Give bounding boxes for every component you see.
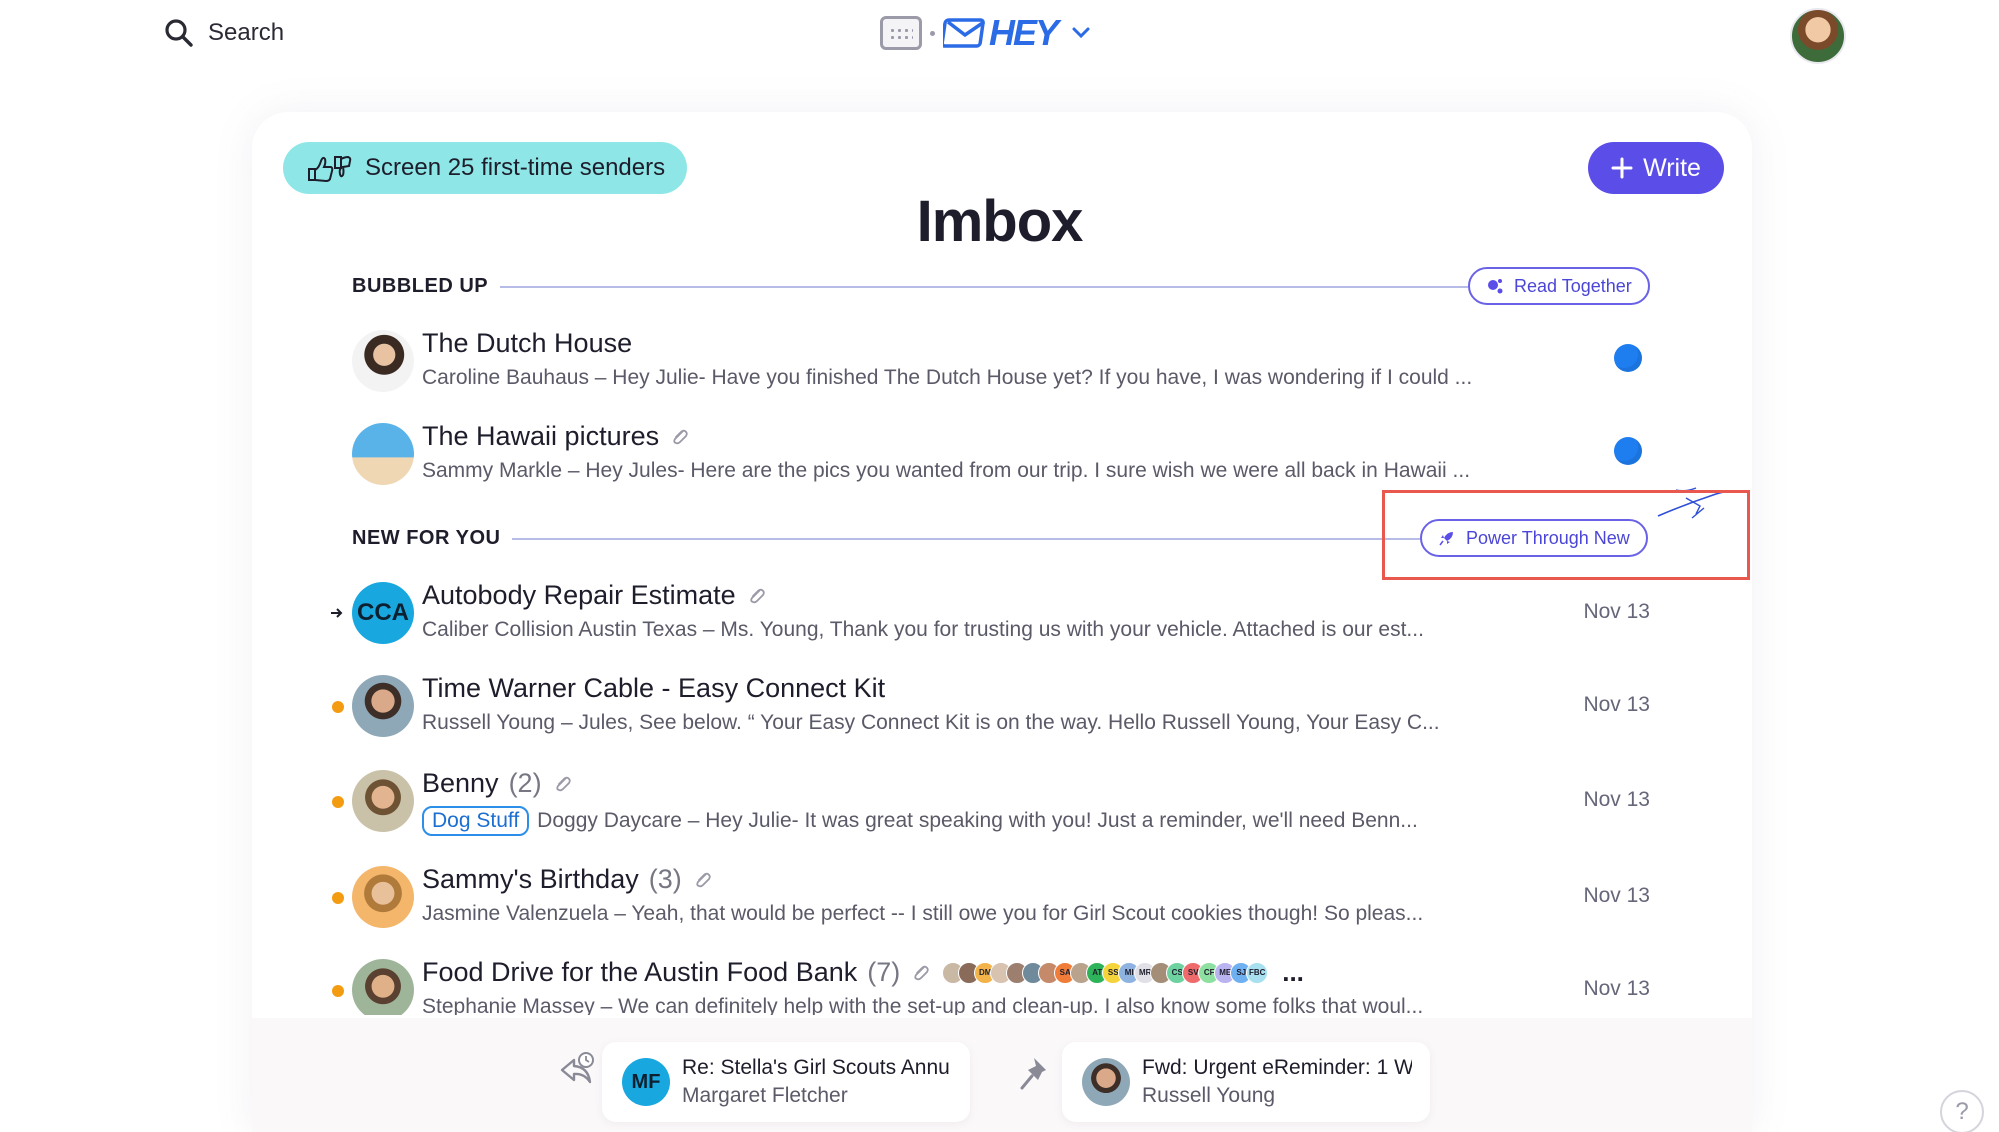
list-item[interactable]: Sammy's Birthday (3) Jasmine Valenzuela … [330, 858, 1650, 938]
search-button[interactable]: Search [164, 18, 284, 48]
thread-count: (2) [508, 768, 542, 798]
email-subject: Sammy's Birthday [422, 864, 639, 894]
email-preview: Caliber Collision Austin Texas – Ms. You… [422, 618, 1424, 641]
email-preview: Sammy Markle – Hey Jules- Here are the p… [422, 459, 1471, 482]
search-label: Search [208, 19, 285, 46]
paperclip-icon [669, 426, 691, 448]
email-subject: The Hawaii pictures [422, 421, 660, 451]
reply-later-card[interactable]: MF Re: Stella's Girl Scouts Annu Margare… [602, 1042, 970, 1122]
new-dot [332, 985, 344, 997]
section-heading-bubbled-up: BUBBLED UP [352, 275, 489, 297]
email-date: Nov 13 [1583, 788, 1650, 811]
read-together-button[interactable]: Read Together [1468, 267, 1650, 305]
paperclip-icon [746, 585, 768, 607]
paperclip-icon [910, 962, 932, 984]
email-date: Nov 13 [1583, 977, 1650, 1000]
set-aside-card[interactable]: Fwd: Urgent eReminder: 1 W Russell Young [1062, 1042, 1430, 1122]
list-item-bubbled[interactable]: The Dutch House Caroline Bauhaus – Hey J… [330, 322, 1650, 402]
bubble-indicator [1614, 437, 1642, 465]
envelope-icon [943, 18, 985, 48]
participant-avatar: FBC [1246, 961, 1269, 984]
section-heading-new-for-you: NEW FOR YOU [352, 527, 501, 549]
sparkle-icon [1488, 279, 1503, 294]
list-item-bubbled[interactable]: The Hawaii pictures Sammy Markle – Hey J… [330, 415, 1650, 495]
calendar-icon[interactable] [880, 16, 922, 50]
app-switcher[interactable]: HEY [880, 12, 1091, 54]
email-date: Nov 13 [1583, 600, 1650, 623]
email-subject: The Dutch House [422, 328, 633, 358]
pin-icon[interactable] [1016, 1054, 1056, 1094]
paperclip-icon [552, 773, 574, 795]
reply-later-subject: Re: Stella's Girl Scouts Annu [682, 1056, 950, 1079]
paperclip-icon [692, 869, 714, 891]
highlight-annotation [1382, 490, 1750, 580]
list-item[interactable]: Time Warner Cable - Easy Connect Kit Rus… [330, 667, 1650, 747]
email-preview: Jasmine Valenzuela – Yeah, that would be… [422, 902, 1424, 925]
plus-icon [1611, 157, 1633, 179]
avatar-initials: MF [631, 1070, 661, 1093]
reply-later-sender: Margaret Fletcher [682, 1084, 848, 1107]
screen-senders-label: Screen 25 first-time senders [365, 154, 666, 181]
email-date: Nov 13 [1583, 884, 1650, 907]
read-together-label: Read Together [1514, 275, 1632, 296]
email-subject: Food Drive for the Austin Food Bank [422, 957, 858, 987]
write-label: Write [1643, 153, 1701, 182]
avatar [352, 959, 414, 1015]
hey-logo[interactable]: HEY [943, 12, 1059, 54]
email-preview: Russell Young – Jules, See below. “ Your… [422, 711, 1440, 734]
email-preview: Doggy Daycare – Hey Julie- It was great … [537, 809, 1418, 832]
top-bar: Search HEY [0, 0, 1999, 72]
bottom-shelf [252, 1018, 1752, 1132]
list-item[interactable]: CCA Autobody Repair Estimate Caliber Col… [330, 574, 1650, 654]
reply-later-icon[interactable] [556, 1050, 598, 1090]
avatar [1082, 1058, 1130, 1106]
new-dot [332, 796, 344, 808]
separator-dot [930, 30, 935, 36]
thread-count: (3) [648, 864, 682, 894]
list-item[interactable]: Food Drive for the Austin Food Bank (7) … [330, 951, 1650, 1015]
email-preview: Stephanie Massey – We can definitely hel… [422, 995, 1424, 1015]
screen-senders-button[interactable]: Screen 25 first-time senders [283, 142, 688, 194]
logo-text: HEY [989, 12, 1059, 53]
section-divider [500, 286, 1468, 288]
bubble-indicator [1614, 344, 1642, 372]
avatar [352, 330, 414, 392]
set-aside-subject: Fwd: Urgent eReminder: 1 W [1142, 1056, 1412, 1079]
participant-avatars[interactable]: DM SA AT SS MI MR CS SV CF ME SJ FBC [942, 961, 1269, 984]
avatar [352, 423, 414, 485]
chevron-down-icon[interactable] [1071, 26, 1091, 40]
more-participants: ... [1282, 957, 1304, 987]
avatar-initials: CCA [357, 599, 409, 626]
list-item[interactable]: Benny (2) Dog Stuff Doggy Daycare – Hey … [330, 762, 1650, 842]
help-button[interactable]: ? [1940, 1090, 1984, 1132]
write-button[interactable]: Write [1588, 142, 1724, 194]
set-aside-sender: Russell Young [1142, 1084, 1276, 1107]
avatar [352, 675, 414, 737]
thumbs-icon [308, 155, 352, 183]
search-icon [165, 19, 193, 47]
avatar: MF [622, 1058, 670, 1106]
label-tag[interactable]: Dog Stuff [422, 806, 530, 836]
email-subject: Autobody Repair Estimate [422, 580, 736, 610]
thread-count: (7) [867, 957, 901, 987]
email-date: Nov 13 [1583, 693, 1650, 716]
email-preview: Caroline Bauhaus – Hey Julie- Have you f… [422, 366, 1473, 389]
avatar: CCA [352, 582, 414, 644]
new-dot [332, 701, 344, 713]
email-subject: Benny [422, 768, 499, 798]
avatar [352, 866, 414, 928]
avatar [352, 770, 414, 832]
section-divider [512, 538, 1420, 540]
new-dot [332, 892, 344, 904]
email-subject: Time Warner Cable - Easy Connect Kit [422, 673, 886, 703]
arrow-right-icon [331, 608, 343, 618]
page-title: Imbox [916, 189, 1084, 254]
user-avatar[interactable] [1790, 8, 1846, 64]
